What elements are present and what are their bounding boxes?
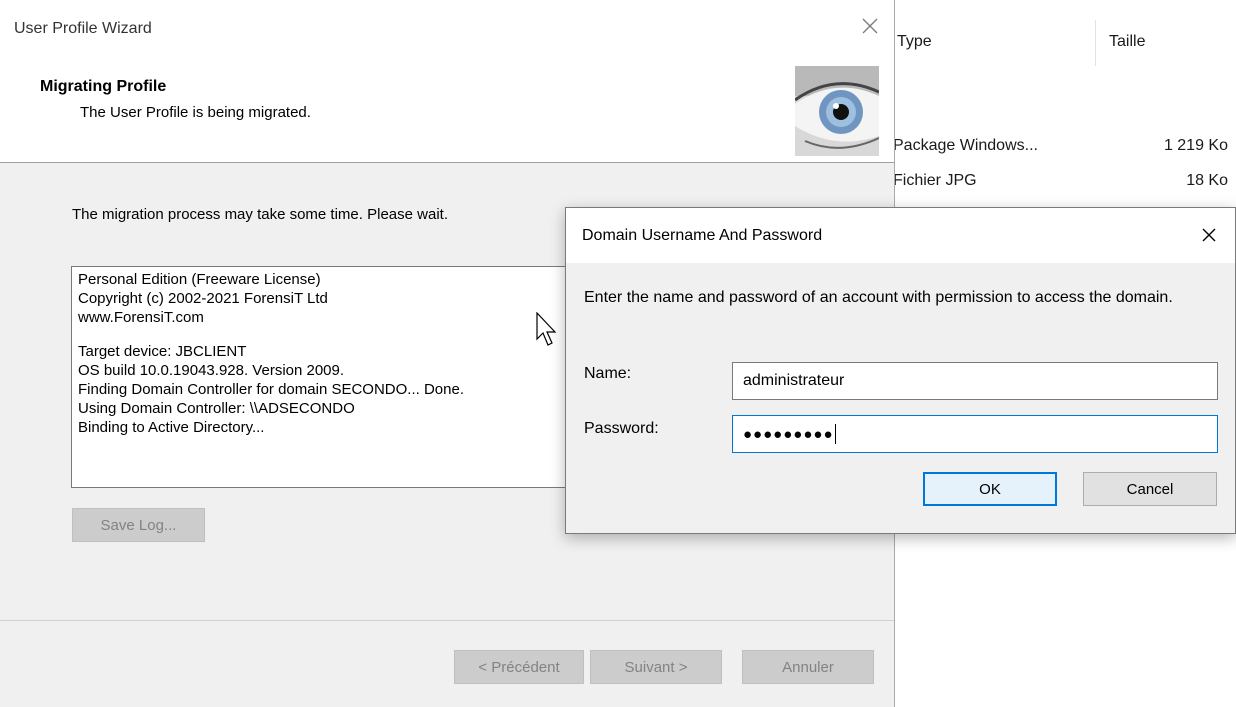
name-label: Name: <box>584 365 632 382</box>
password-input[interactable]: ●●●●●●●●● <box>732 415 1218 453</box>
file-type: Fichier JPG <box>893 172 977 189</box>
mouse-pointer-icon <box>536 312 557 346</box>
save-log-button[interactable]: Save Log... <box>72 508 205 542</box>
close-icon[interactable] <box>1198 224 1220 246</box>
migration-log[interactable]: Personal Edition (Freeware License) Copy… <box>71 266 631 488</box>
page-subheading: The User Profile is being migrated. <box>80 104 311 121</box>
text-caret <box>834 424 836 444</box>
name-input-value: administrateur <box>743 372 845 389</box>
log-line: Personal Edition (Freeware License) <box>78 271 321 288</box>
domain-credentials-dialog: Domain Username And Password Enter the n… <box>565 207 1236 534</box>
password-input-value: ●●●●●●●●● <box>743 425 834 443</box>
wizard-header: Migrating Profile The User Profile is be… <box>0 62 894 163</box>
log-line: OS build 10.0.19043.928. Version 2009. <box>78 362 345 379</box>
next-button[interactable]: Suivant > <box>590 650 722 684</box>
column-header-size[interactable]: Taille <box>1109 33 1145 51</box>
column-divider[interactable] <box>1095 20 1096 66</box>
cancel-button[interactable]: Cancel <box>1083 472 1217 506</box>
explorer-column-headers: Type Taille <box>893 0 1236 100</box>
dialog-titlebar[interactable]: Domain Username And Password <box>566 208 1235 263</box>
page-heading: Migrating Profile <box>40 78 167 95</box>
log-line: Binding to Active Directory... <box>78 419 265 436</box>
column-header-type[interactable]: Type <box>897 33 932 51</box>
cancel-wizard-button[interactable]: Annuler <box>742 650 874 684</box>
close-icon[interactable] <box>858 14 882 38</box>
log-line: Finding Domain Controller for domain SEC… <box>78 381 464 398</box>
back-button[interactable]: < Précédent <box>454 650 584 684</box>
file-size: 18 Ko <box>1186 172 1228 189</box>
footer-divider <box>0 620 894 621</box>
wait-message: The migration process may take some time… <box>72 206 448 223</box>
wizard-title: User Profile Wizard <box>14 20 152 37</box>
file-type: Package Windows... <box>893 137 1038 154</box>
log-line: Using Domain Controller: \\ADSECONDO <box>78 400 355 417</box>
eye-logo-image <box>795 66 879 156</box>
file-row[interactable]: Package Windows... 1 219 Ko <box>893 132 1236 162</box>
ok-button[interactable]: OK <box>923 472 1057 506</box>
dialog-title: Domain Username And Password <box>582 227 823 244</box>
name-input[interactable]: administrateur <box>732 362 1218 400</box>
file-row[interactable]: Fichier JPG 18 Ko <box>893 167 1236 197</box>
password-label: Password: <box>584 420 659 437</box>
dialog-description: Enter the name and password of an accoun… <box>584 289 1173 306</box>
file-size: 1 219 Ko <box>1163 137 1228 154</box>
log-line: Copyright (c) 2002-2021 ForensiT Ltd <box>78 290 328 307</box>
wizard-titlebar[interactable]: User Profile Wizard <box>0 0 894 62</box>
